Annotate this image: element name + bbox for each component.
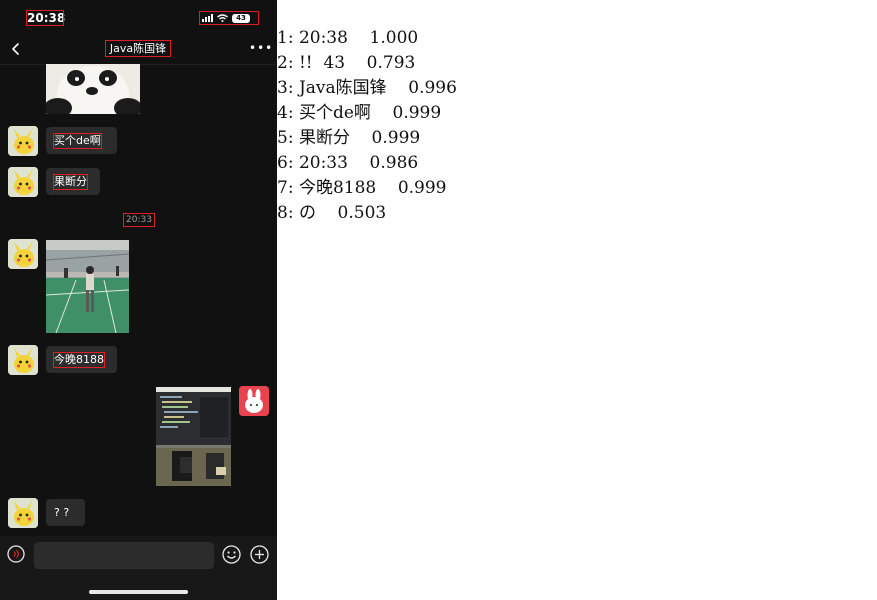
ocr-result-line: 1: 20:38 1.000	[277, 28, 419, 48]
status-bar: 20:38 43	[0, 0, 277, 36]
message-text: 买个de啊	[53, 133, 102, 149]
message-text: 今晚8188	[53, 352, 105, 368]
message-text: ? ?	[54, 506, 70, 519]
message-image-panda[interactable]	[46, 64, 140, 114]
message-image-code[interactable]	[156, 387, 231, 486]
message-bubble[interactable]: 今晚8188	[46, 346, 117, 373]
status-time: 20:38	[26, 10, 66, 26]
chat-header: Java陈国锋 •••	[0, 36, 277, 65]
code-screen-image	[156, 387, 231, 486]
signal-icon	[202, 14, 213, 22]
avatar-self[interactable]	[239, 386, 269, 416]
ocr-results-panel: 1: 20:38 1.000 2: !! 43 0.793 3: Java陈国锋…	[277, 26, 877, 226]
status-icons: 43	[199, 11, 259, 25]
message-image-court[interactable]	[46, 240, 129, 333]
ocr-result-line: 7: 今晚8188 0.999	[277, 178, 447, 198]
add-icon[interactable]	[250, 545, 269, 564]
input-bar	[0, 536, 277, 600]
message-input[interactable]	[34, 542, 214, 569]
chat-title: Java陈国锋	[105, 40, 171, 57]
emoji-icon[interactable]	[222, 545, 241, 564]
panda-image	[46, 64, 140, 114]
home-indicator	[89, 590, 188, 594]
message-bubble[interactable]: 买个de啊	[46, 127, 117, 154]
phone-screenshot: 20:38 43 Java陈国锋 ••• 买个de啊 果断分 20:33 今晚8…	[0, 0, 277, 600]
court-image	[46, 240, 129, 333]
ocr-result-line: 5: 果断分 0.999	[277, 128, 421, 148]
more-options-icon[interactable]: •••	[249, 42, 272, 56]
chat-timestamp: 20:33	[123, 213, 155, 227]
avatar[interactable]	[8, 498, 38, 528]
avatar[interactable]	[8, 239, 38, 269]
avatar[interactable]	[8, 167, 38, 197]
avatar[interactable]	[8, 126, 38, 156]
ocr-result-line: 4: 买个de啊 0.999	[277, 103, 442, 123]
message-bubble[interactable]: ? ?	[46, 499, 85, 526]
ocr-result-line: 6: 20:33 0.986	[277, 153, 419, 173]
battery-icon: 43	[232, 13, 250, 23]
ocr-result-line: 8: の 0.503	[277, 203, 387, 223]
voice-input-icon[interactable]	[7, 545, 25, 563]
ocr-result-line: 2: !! 43 0.793	[277, 53, 416, 73]
ocr-result-line: 3: Java陈国锋 0.996	[277, 78, 457, 98]
message-bubble[interactable]: 果断分	[46, 168, 100, 195]
avatar[interactable]	[8, 345, 38, 375]
wifi-icon	[217, 14, 228, 22]
back-arrow-icon[interactable]	[9, 42, 23, 56]
message-text: 果断分	[53, 174, 88, 190]
